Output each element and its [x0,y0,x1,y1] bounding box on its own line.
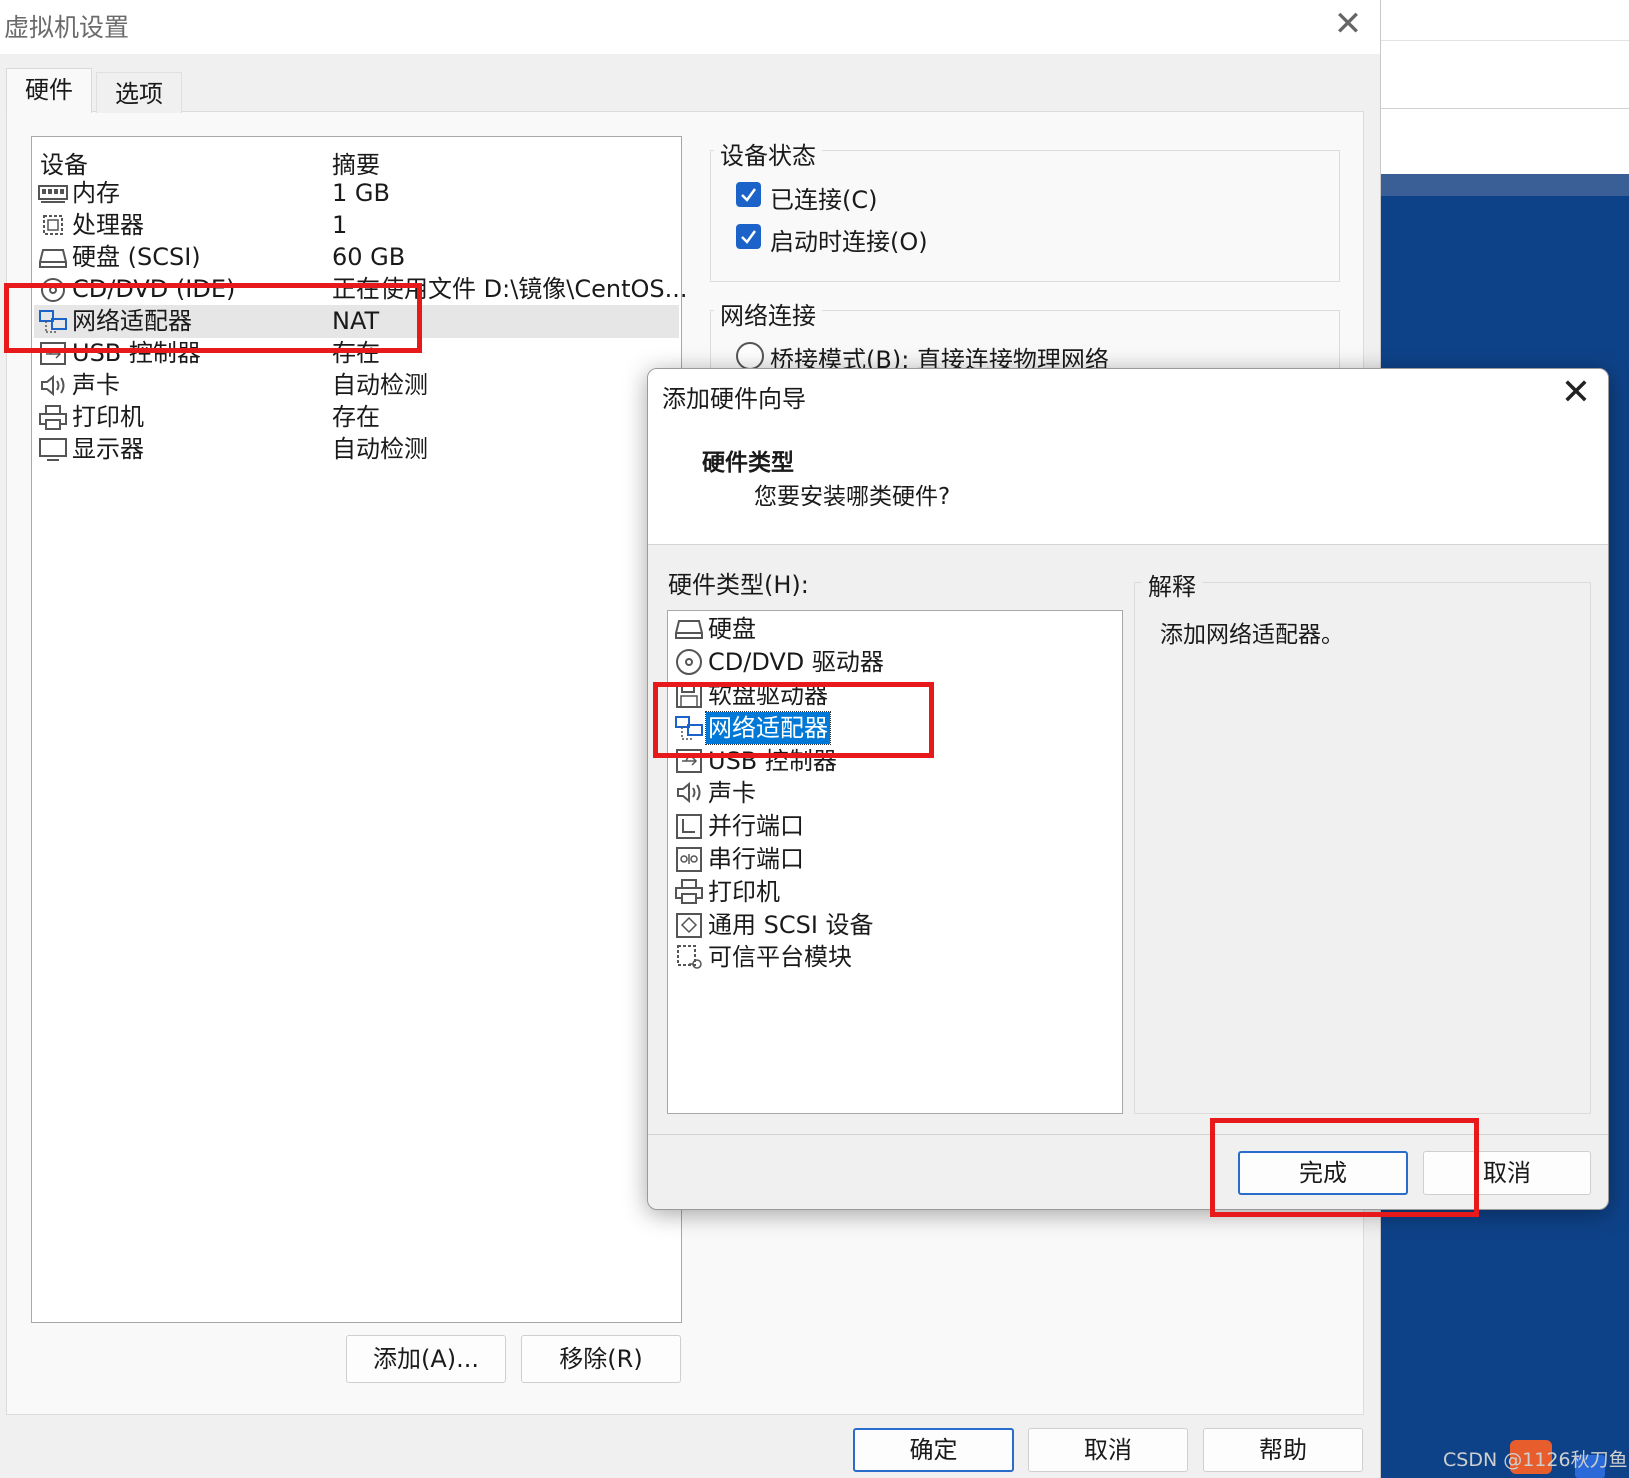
tab-options[interactable]: 选项 [96,72,182,113]
printer-icon [39,405,67,430]
speaker-icon [677,781,701,804]
device-column-header[interactable]: 设备 [40,145,88,180]
device-row-printer[interactable]: 打印机 存在 [34,401,679,434]
explanation-group [1134,582,1591,1114]
remove-hardware-button[interactable]: 移除(R) [521,1335,681,1383]
device-name: 硬盘 (SCSI) [72,243,201,271]
close-icon[interactable]: ✕ [1556,373,1596,413]
printer-icon [675,879,703,904]
device-summary: 自动检测 [332,435,428,463]
add-hardware-button[interactable]: 添加(A)... [346,1335,506,1383]
connected-checkbox[interactable] [736,182,761,207]
parallel-port-icon [676,814,702,839]
watermark: CSDN @1126秋刀鱼 [1443,1449,1628,1471]
wizard-subheading: 您要安装哪类硬件? [754,484,951,510]
device-status-title: 设备状态 [714,136,822,171]
tpm-icon [677,945,702,969]
checkmark-icon [741,230,757,244]
connect-at-power-on-checkbox[interactable] [736,224,761,249]
explanation-title: 解释 [1142,567,1202,602]
list-item-label: CD/DVD 驱动器 [708,648,884,676]
list-item-label: 并行端口 [708,812,804,840]
device-summary: 自动检测 [332,371,428,399]
device-row-sound[interactable]: 声卡 自动检测 [34,369,679,402]
serial-port-icon [676,847,702,872]
network-connection-title: 网络连接 [714,296,822,331]
list-item-label: 可信平台模块 [708,943,852,971]
scsi-icon [676,913,702,938]
highlight-box-network-adapter-item [653,682,934,758]
harddisk-icon [39,249,67,268]
highlight-box-finish-button [1210,1118,1479,1217]
add-hardware-wizard: 添加硬件向导 ✕ 硬件类型 您要安装哪类硬件? 硬件类型(H): 硬盘 CD/D… [647,368,1609,1210]
device-name: 声卡 [72,371,120,399]
close-icon[interactable]: ✕ [1330,6,1366,42]
memory-icon [38,185,68,203]
wizard-header: 添加硬件向导 ✕ 硬件类型 您要安装哪类硬件? [648,369,1608,545]
background-divider [1380,40,1629,41]
device-name: 内存 [72,179,120,207]
connect-at-power-on-label[interactable]: 启动时连接(O) [770,222,928,257]
list-item-label: 串行端口 [708,845,804,873]
device-summary: 1 [332,211,348,239]
wizard-heading: 硬件类型 [702,450,794,476]
cdrom-icon [676,649,702,675]
monitor-icon [39,438,67,461]
wizard-title: 添加硬件向导 [662,385,806,413]
ok-button[interactable]: 确定 [853,1428,1014,1472]
device-name: 显示器 [72,435,144,463]
bridged-radio[interactable] [736,342,764,370]
device-row-harddisk[interactable]: 硬盘 (SCSI) 60 GB [34,241,679,274]
device-summary: 1 GB [332,179,390,207]
connected-label[interactable]: 已连接(C) [770,180,877,215]
device-name: 处理器 [72,211,144,239]
device-row-processor[interactable]: 处理器 1 [34,209,679,242]
help-button[interactable]: 帮助 [1203,1428,1363,1472]
speaker-icon [41,374,65,397]
background-band [1380,174,1629,196]
device-row-memory[interactable]: 内存 1 GB [34,177,679,210]
explanation-text: 添加网络适配器。 [1160,622,1344,648]
checkmark-icon [741,188,757,202]
title-bar: 虚拟机设置 ✕ [0,0,1380,54]
cancel-button[interactable]: 取消 [1028,1428,1188,1472]
summary-column-header[interactable]: 摘要 [332,145,380,180]
device-row-display[interactable]: 显示器 自动检测 [34,433,679,466]
list-item-label: 声卡 [708,779,756,807]
window-title: 虚拟机设置 [4,13,130,42]
background-toolbar [1380,108,1629,175]
highlight-box-network-adapter-row [4,283,422,353]
list-item-label: 通用 SCSI 设备 [708,911,874,939]
device-name: 打印机 [72,403,144,431]
hardware-type-label: 硬件类型(H): [668,571,809,599]
harddisk-icon [675,620,703,639]
list-item-label: 硬盘 [708,615,756,643]
list-item-label: 打印机 [708,878,780,906]
device-summary: 60 GB [332,243,406,271]
device-summary: 存在 [332,403,380,431]
tab-hardware[interactable]: 硬件 [6,68,92,113]
cpu-icon [43,215,63,235]
